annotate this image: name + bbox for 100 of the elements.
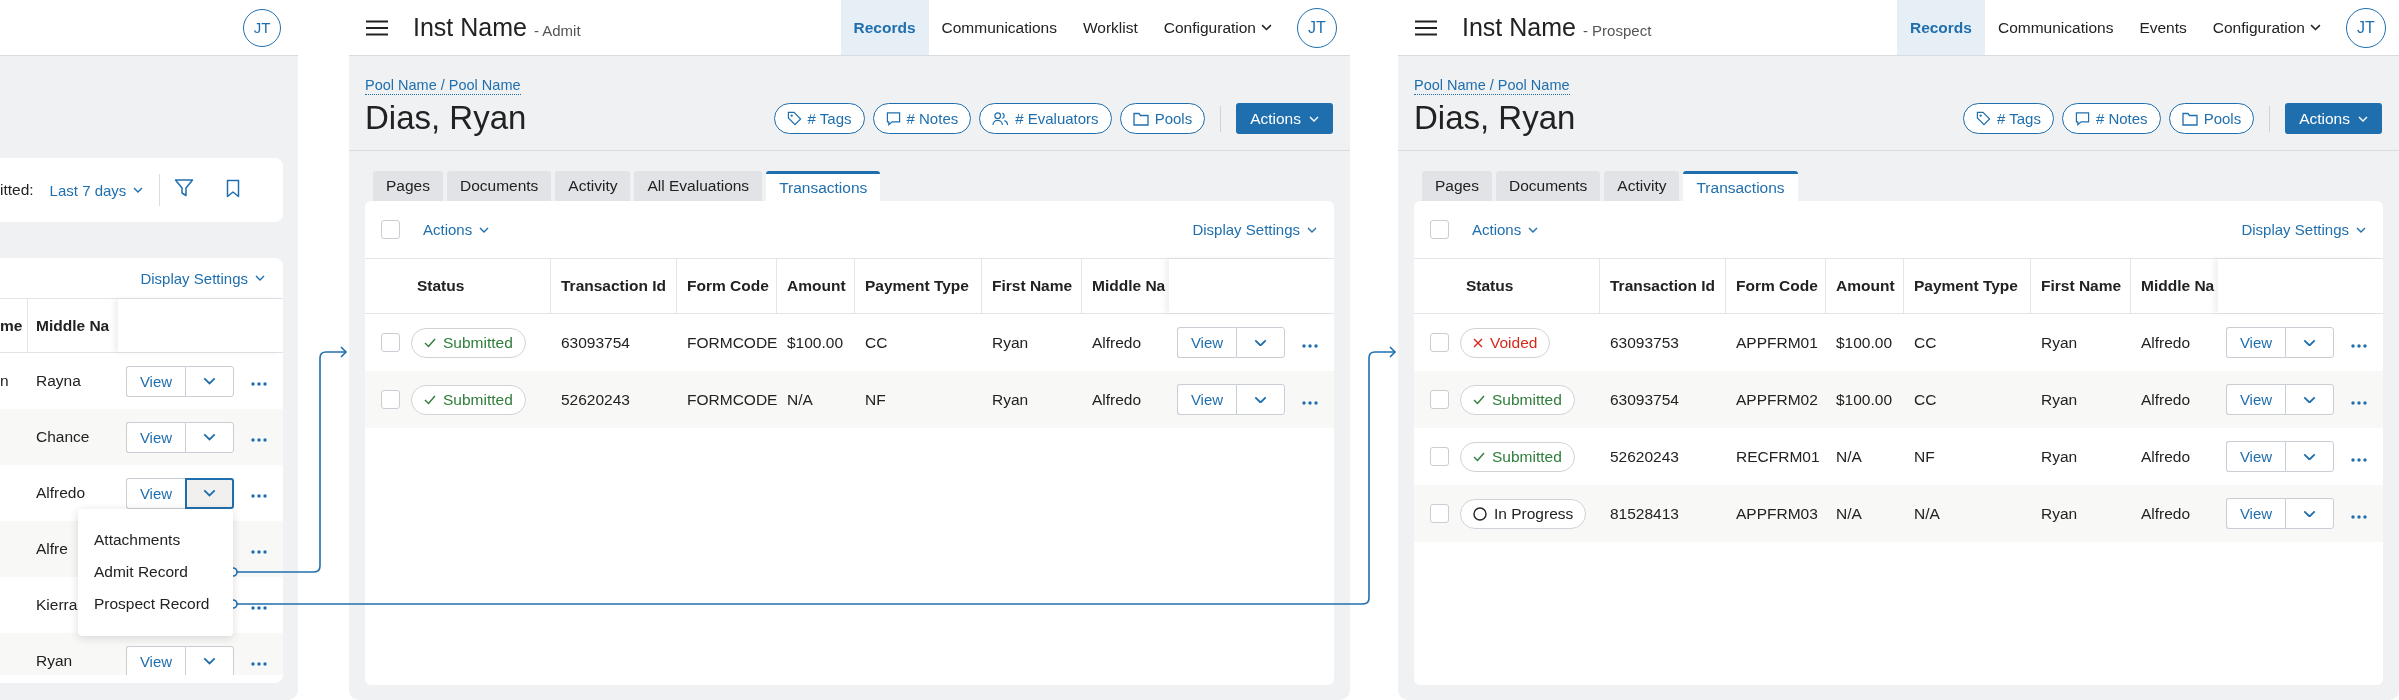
tags-button[interactable]: # Tags [1963,103,2054,134]
app-context: - Prospect [1582,21,1652,39]
menu-item[interactable]: Attachments [78,524,233,556]
pools-button[interactable]: Pools [1119,103,1206,134]
table-cell-text: N/A [1835,503,1863,524]
more-icon[interactable] [2351,457,2367,462]
date-filter-dropdown[interactable]: Last 7 days [49,181,144,199]
tab[interactable]: Pages [373,171,443,201]
column-header: Form Code [687,277,769,295]
tab[interactable]: Transactions [766,171,881,201]
more-icon[interactable] [251,438,267,442]
view-button[interactable]: View [1177,384,1236,415]
nav-link[interactable]: Configuration [2199,0,2334,55]
view-button[interactable]: View [126,645,185,675]
chevron-down-icon [203,433,216,441]
evaluators-button[interactable]: # Evaluators [979,103,1112,134]
menu-item[interactable]: Prospect Record [78,588,233,620]
view-button[interactable]: View [1177,327,1236,358]
view-button[interactable]: View [2226,384,2285,415]
chevron-down-icon [2356,226,2366,233]
checkbox[interactable] [1430,390,1449,409]
tab[interactable]: All Evaluations [634,171,763,201]
more-icon[interactable] [2351,343,2367,348]
status-label: Voided [1490,333,1538,352]
tags-button[interactable]: # Tags [773,103,865,134]
more-icon[interactable] [2351,400,2367,405]
menu-icon[interactable] [366,19,388,36]
checkbox[interactable] [1430,504,1449,523]
column-header: Status [1466,277,1514,295]
notes-button[interactable]: # Notes [2061,103,2161,134]
nav-link[interactable]: Events [2126,0,2200,55]
chevron-down-icon [2310,24,2321,31]
view-button[interactable]: View [2226,498,2285,529]
checkbox[interactable] [1430,447,1449,466]
actions-dropdown[interactable]: Actions [423,221,490,238]
more-icon[interactable] [251,606,267,610]
table-cell-text: Ryan [2040,332,2079,353]
checkbox[interactable] [1430,333,1449,352]
actions-button[interactable]: Actions [1236,103,1333,134]
view-button[interactable]: View [126,365,185,397]
menu-item[interactable]: Admit Record [78,556,233,588]
column-header: Transaction Id [561,277,667,295]
breadcrumb-link[interactable]: Pool Name / Pool Name [365,77,521,95]
checkbox[interactable] [381,390,400,409]
actions-dropdown[interactable]: Actions [1472,221,1539,238]
display-settings-dropdown[interactable]: Display Settings [1192,221,1317,238]
breadcrumb-link[interactable]: Pool Name / Pool Name [1414,77,1570,95]
more-icon[interactable] [251,662,267,666]
more-icon[interactable] [1302,343,1318,348]
table-cell-text: APPFRM03 [1735,503,1819,524]
chevron-down-icon [2303,395,2316,404]
tab[interactable]: Activity [555,171,631,201]
more-icon[interactable] [1302,400,1318,405]
table-cell: Ryan [36,652,73,670]
view-button[interactable]: View [126,421,185,453]
checkbox[interactable] [1430,220,1449,239]
column-header: me [0,316,23,335]
filter-icon[interactable] [174,178,195,198]
table-cell-text: CC [1913,332,1938,353]
table-cell-text: Ryan [2040,389,2079,410]
check-icon [424,337,436,348]
checkbox[interactable] [381,220,400,239]
tab[interactable]: Pages [1422,171,1492,201]
view-button[interactable]: View [126,477,185,509]
nav-link[interactable]: Records [840,0,929,55]
table-cell: Alfredo [36,484,86,502]
pools-button[interactable]: Pools [2168,103,2255,134]
chevron-down-icon [1307,226,1317,233]
view-button[interactable]: View [2226,327,2285,358]
bookmark-icon[interactable] [226,178,241,198]
nav-link[interactable]: Communications [928,0,1070,55]
more-icon[interactable] [251,382,267,386]
nav-link[interactable]: Worklist [1069,0,1151,55]
speech-bubble-icon [885,111,901,126]
check-icon [1473,394,1485,405]
tab[interactable]: Transactions [1683,171,1798,201]
more-icon[interactable] [251,550,267,554]
table-cell-text: Ryan [2040,446,2079,467]
table-cell-text: 81528413 [1609,503,1680,524]
column-header: Middle Na [36,316,110,335]
table-cell-text: CC [1913,389,1938,410]
nav-link[interactable]: Communications [1984,0,2127,55]
actions-button[interactable]: Actions [2285,103,2382,134]
display-settings-dropdown[interactable]: Display Settings [2241,221,2366,238]
more-icon[interactable] [251,494,267,498]
display-settings-dropdown[interactable]: Display Settings [140,269,265,287]
notes-button[interactable]: # Notes [872,103,972,134]
dropdown-button[interactable] [185,477,234,509]
tab[interactable]: Documents [1495,171,1601,201]
menu-icon[interactable] [1415,19,1437,36]
tab[interactable]: Documents [446,171,552,201]
nav-link[interactable]: Configuration [1150,0,1285,55]
tab[interactable]: Activity [1604,171,1680,201]
column-header: Status [417,277,465,295]
table-cell-text: NF [1913,446,1936,467]
column-header: Amount [1836,277,1895,295]
more-icon[interactable] [2351,514,2367,519]
nav-link[interactable]: Records [1896,0,1985,55]
checkbox[interactable] [381,333,400,352]
view-button[interactable]: View [2226,441,2285,472]
